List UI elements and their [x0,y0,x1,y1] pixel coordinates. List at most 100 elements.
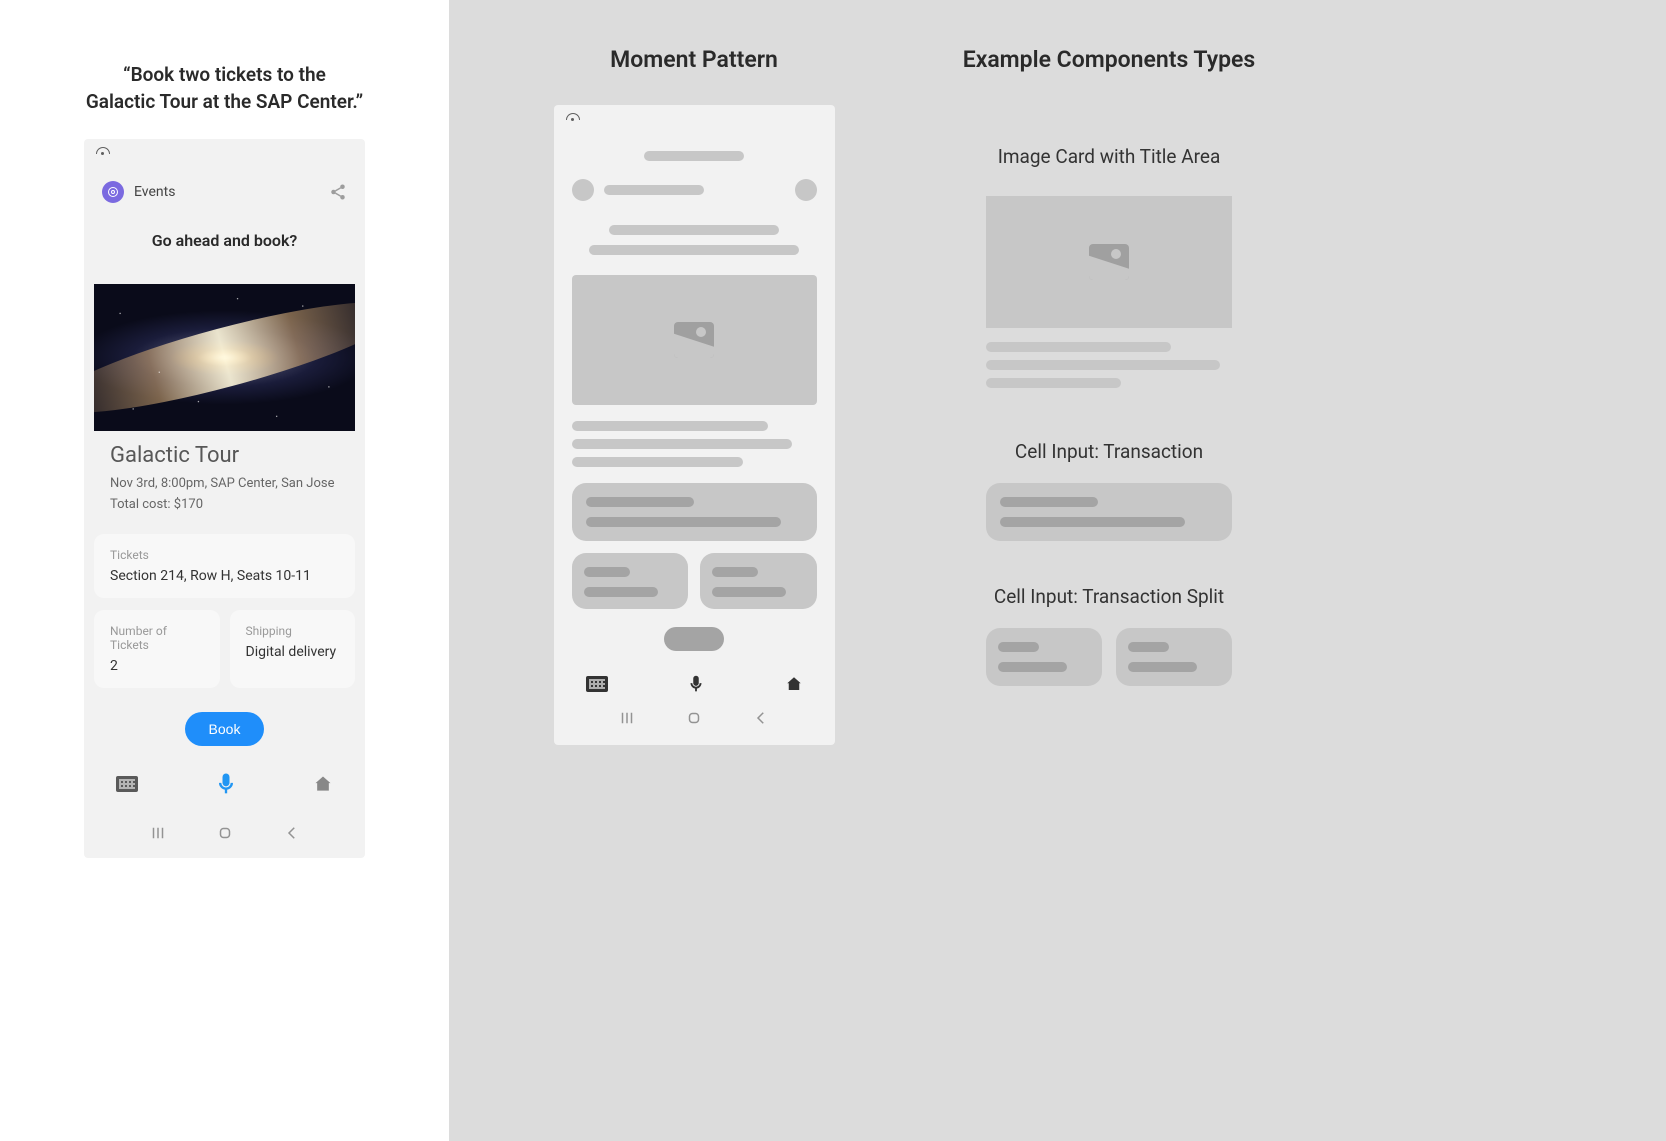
qty-cell[interactable]: Number of Tickets 2 [94,610,220,688]
wf-header-row [554,161,835,201]
phone-mockup: Events Go ahead and book? Galactic Tour … [84,139,365,858]
placeholder-bar [586,517,781,527]
event-subtitle: Nov 3rd, 8:00pm, SAP Center, San Jose [94,476,355,491]
placeholder-circle [572,179,594,201]
wf-status-bar [554,111,835,129]
cell-split-heading: Cell Input: Transaction Split [939,585,1279,608]
microphone-icon [685,673,707,695]
example-components-col: Example Components Types Image Card with… [939,46,1279,686]
placeholder-bar [986,360,1220,370]
moment-pattern-title: Moment Pattern [549,46,839,73]
android-home-icon[interactable] [216,824,234,842]
left-panel: “Book two tickets to the Galactic Tour a… [0,0,449,1141]
ship-cell[interactable]: Shipping Digital delivery [230,610,356,688]
wf-image-placeholder [572,275,817,405]
placeholder-bar [998,662,1067,672]
wf-transaction-cell [572,483,817,541]
share-icon[interactable] [329,183,347,201]
wf-split-cell [572,553,689,609]
keyboard-icon [586,676,608,692]
wf-top-bar [554,151,835,161]
image-card-example [986,196,1232,388]
placeholder-bar [712,567,758,577]
placeholder-bar [572,439,793,449]
book-button[interactable]: Book [185,712,265,746]
placeholder-bar [644,151,744,161]
split-cell [986,628,1102,686]
wf-header-left [572,179,704,201]
cell-transaction-example [986,483,1232,541]
placeholder-bar [584,567,630,577]
back-icon [752,709,770,727]
tickets-cell[interactable]: Tickets Section 214, Row H, Seats 10-11 [94,534,355,598]
wifi-icon [566,112,580,126]
quote-text: “Book two tickets to the Galactic Tour a… [0,62,449,115]
placeholder-bar [1128,662,1197,672]
back-icon[interactable] [283,824,301,842]
cell-transaction-heading: Cell Input: Transaction [939,440,1279,463]
wireframe-phone [554,105,835,745]
event-cost: Total cost: $170 [94,497,355,512]
split-cell [1116,628,1232,686]
placeholder-bar [586,497,695,507]
wf-text-lines [572,421,817,467]
prompt-text: Go ahead and book? [84,231,365,250]
event-image [94,284,355,431]
microphone-icon[interactable] [212,770,240,798]
wifi-icon [96,146,110,160]
tickets-value: Section 214, Row H, Seats 10-11 [110,568,339,584]
events-icon [102,181,124,203]
image-icon [1089,244,1129,280]
tickets-label: Tickets [110,548,339,562]
header-row: Events [84,163,365,221]
placeholder-bar [1000,497,1098,507]
image-card-heading: Image Card with Title Area [939,145,1279,168]
image-icon [674,322,714,358]
category-label: Events [134,184,175,200]
placeholder-bar [1128,642,1169,652]
placeholder-bar [609,225,779,235]
right-panel: Moment Pattern [449,0,1666,1141]
split-row: Number of Tickets 2 Shipping Digital del… [94,610,355,688]
ship-value: Digital delivery [246,644,340,660]
qty-label: Number of Tickets [110,624,204,652]
quote-line1: “Book two tickets to the [0,62,449,89]
placeholder-bar [712,587,786,597]
placeholder-bar [986,378,1121,388]
event-card: Galactic Tour Nov 3rd, 8:00pm, SAP Cente… [94,284,355,512]
placeholder-bar [986,342,1171,352]
header-left: Events [102,181,175,203]
wf-split-cell [700,553,817,609]
wf-split-row [572,553,817,609]
android-home-icon [685,709,703,727]
ship-label: Shipping [246,624,340,638]
example-components-title: Example Components Types [939,46,1279,73]
home-icon[interactable] [313,774,333,794]
quote-line2: Galactic Tour at the SAP Center.” [0,89,449,116]
wf-nav-bar [554,699,835,735]
qty-value: 2 [110,658,204,674]
placeholder-bar [1000,517,1185,527]
wf-assistant-bar [554,659,835,699]
image-placeholder [986,196,1232,328]
placeholder-bar [589,245,799,255]
placeholder-bar [572,421,768,431]
placeholder-circle [795,179,817,201]
android-nav-bar [84,814,365,858]
cell-split-example [986,628,1232,686]
wf-button-placeholder [664,627,724,651]
placeholder-bar [584,587,658,597]
status-bar [84,145,365,163]
wf-title-area [554,225,835,255]
home-icon [785,675,803,693]
keyboard-icon[interactable] [116,776,138,792]
event-title: Galactic Tour [94,443,355,468]
recents-icon [618,709,636,727]
moment-pattern-col: Moment Pattern [549,46,839,745]
recents-icon[interactable] [149,824,167,842]
assistant-bar [84,754,365,814]
placeholder-bar [604,185,704,195]
placeholder-bar [998,642,1039,652]
placeholder-bar [572,457,744,467]
title-lines [986,342,1232,388]
